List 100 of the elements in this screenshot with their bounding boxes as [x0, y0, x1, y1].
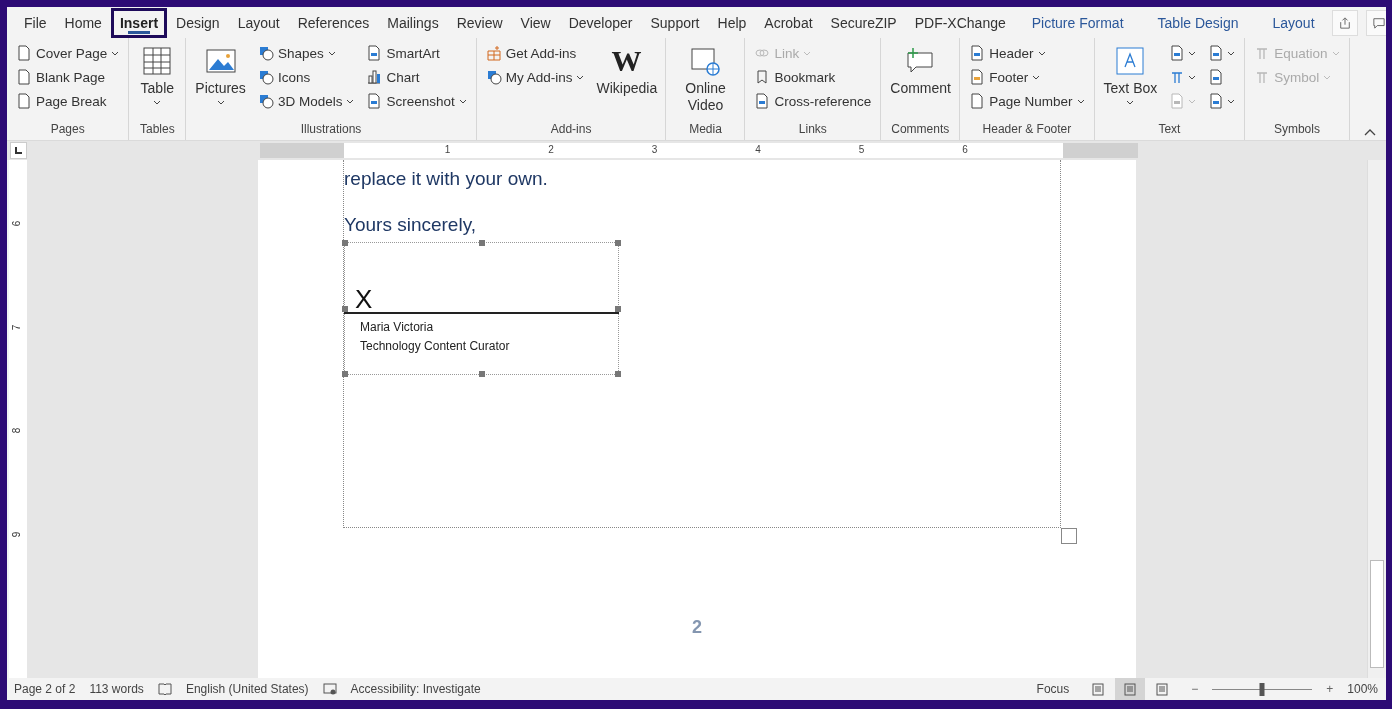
caret-icon	[1126, 100, 1135, 105]
selection-handle[interactable]	[615, 240, 621, 246]
tab-stop-selector[interactable]	[10, 142, 27, 159]
view-button[interactable]	[1115, 678, 1146, 700]
zoom-in-button[interactable]: +	[1326, 682, 1334, 696]
ribbon-tab[interactable]: File	[15, 7, 56, 38]
ribbon-button[interactable]: Footer	[966, 65, 1088, 89]
ribbon-tab[interactable]: Help	[708, 7, 756, 38]
caret-icon	[1188, 98, 1197, 104]
language-status[interactable]: English (United States)	[185, 682, 309, 696]
ribbon-tab[interactable]: SecureZIP	[821, 7, 906, 38]
zoom-thumb[interactable]	[1259, 682, 1265, 696]
caret-icon	[216, 100, 225, 105]
caret-icon	[1032, 74, 1041, 80]
ribbon-button[interactable]: Text Box	[1100, 41, 1161, 109]
ribbon-button[interactable]: Screenshot	[363, 89, 470, 113]
page-icon	[16, 45, 32, 61]
ribbon-tab[interactable]: Design	[167, 7, 229, 38]
ribbon-tab[interactable]: View	[511, 7, 560, 38]
ribbon-tab[interactable]: Home	[55, 7, 111, 38]
caret-icon	[1076, 98, 1085, 104]
ribbon-tab[interactable]: Mailings	[378, 7, 448, 38]
ribbon-button[interactable]: Comment	[887, 41, 954, 101]
focus-button[interactable]: Focus	[1036, 682, 1070, 696]
group-label: Illustrations	[299, 122, 363, 138]
ribbon-tab[interactable]: Insert	[110, 7, 168, 38]
ribbon-button[interactable]: Online Video	[672, 41, 739, 118]
ribbon-button[interactable]: Page Break	[13, 89, 123, 113]
caret-icon	[1331, 50, 1340, 56]
video-globe-icon	[689, 45, 722, 77]
ribbon-button[interactable]: W Wikipedia	[593, 41, 660, 101]
page-icon	[16, 69, 32, 85]
ribbon-tab[interactable]: Support	[641, 7, 709, 38]
body-text: Yours sincerely,	[344, 214, 477, 236]
accessibility-status[interactable]: Accessibility: Investigate	[350, 682, 481, 696]
signature-box[interactable]: X Maria Victoria Technology Content Curator	[344, 242, 619, 375]
selection-handle[interactable]	[615, 371, 621, 377]
caret-icon	[346, 98, 355, 104]
ribbon-button[interactable]: Blank Page	[13, 65, 123, 89]
ribbon-tab[interactable]: Acrobat	[755, 7, 822, 38]
page-icon	[1091, 682, 1106, 696]
group-label: Comments	[890, 122, 951, 138]
caret-icon	[1227, 98, 1236, 104]
ribbon-button[interactable]: SmartArt	[363, 41, 470, 65]
speech-bubble-icon	[1372, 15, 1385, 30]
ribbon-tab[interactable]: Picture Format	[1014, 7, 1141, 38]
ribbon-tab[interactable]: Layout	[228, 7, 289, 38]
page-icon	[1123, 682, 1138, 696]
ribbon-button[interactable]: Pictures	[192, 41, 249, 109]
selection-handle[interactable]	[342, 240, 348, 246]
ribbon-button[interactable]: 3D Models	[254, 89, 358, 113]
ribbon-button[interactable]: Get Add-ins	[482, 41, 588, 65]
caret-icon	[1188, 50, 1197, 56]
vertical-scrollbar[interactable]	[1367, 160, 1386, 678]
footer-icon	[969, 69, 986, 85]
page-break-icon	[16, 93, 32, 109]
word-count[interactable]: 113 words	[89, 682, 144, 696]
group-label: Pages	[49, 122, 86, 138]
ruler-number: 9	[11, 531, 23, 537]
selection-handle[interactable]	[479, 371, 485, 377]
ribbon-tab[interactable]: References	[288, 7, 379, 38]
caret-icon	[1227, 50, 1236, 56]
ribbon-button[interactable]: My Add-ins	[482, 65, 588, 89]
ribbon-button[interactable]: Bookmark	[751, 65, 875, 89]
caret-icon	[1188, 74, 1197, 80]
caret-icon	[458, 98, 467, 104]
ribbon-tab[interactable]: Layout	[1255, 7, 1332, 38]
zoom-out-button[interactable]: −	[1191, 682, 1199, 696]
ribbon-button[interactable]: Shapes	[254, 41, 358, 65]
caret-icon	[153, 100, 162, 105]
ribbon-button[interactable]: Header	[966, 41, 1088, 65]
page-count[interactable]: Page 2 of 2	[14, 682, 76, 696]
selection-handle[interactable]	[479, 240, 485, 246]
ribbon-button[interactable]: Page Number	[966, 89, 1088, 113]
ribbon-tab[interactable]: PDF-XChange	[905, 7, 1015, 38]
chart-icon	[366, 69, 383, 85]
ribbon-tab[interactable]: Developer	[559, 7, 642, 38]
selection-handle[interactable]	[342, 371, 348, 377]
ribbon-button[interactable]: Chart	[363, 65, 470, 89]
share-button[interactable]	[1331, 9, 1358, 36]
page-number: 2	[692, 617, 702, 638]
ribbon-button[interactable]: Icons	[254, 65, 358, 89]
ruler-number: 5	[858, 144, 865, 155]
zoom-level[interactable]: 100%	[1347, 682, 1378, 696]
caret-icon	[327, 50, 336, 56]
ribbon-button[interactable]: Table	[135, 41, 180, 109]
grid-plus-icon	[485, 45, 502, 61]
header-icon	[969, 45, 986, 61]
ribbon-button[interactable]: Cover Page	[13, 41, 123, 65]
ribbon-button[interactable]: Cross-reference	[751, 89, 875, 113]
ribbon-tab[interactable]: Review	[447, 7, 512, 38]
ribbon-tab[interactable]: Table Design	[1140, 7, 1256, 38]
selection-handle[interactable]	[342, 306, 348, 312]
collapse-ribbon-icon[interactable]	[1364, 128, 1376, 136]
shapes-icon	[257, 45, 274, 61]
selection-handle[interactable]	[615, 306, 621, 312]
caret-icon	[111, 50, 120, 56]
body-text: replace it with your own.	[344, 168, 549, 190]
comments-button[interactable]	[1365, 9, 1386, 36]
resize-handle[interactable]	[1061, 528, 1077, 544]
